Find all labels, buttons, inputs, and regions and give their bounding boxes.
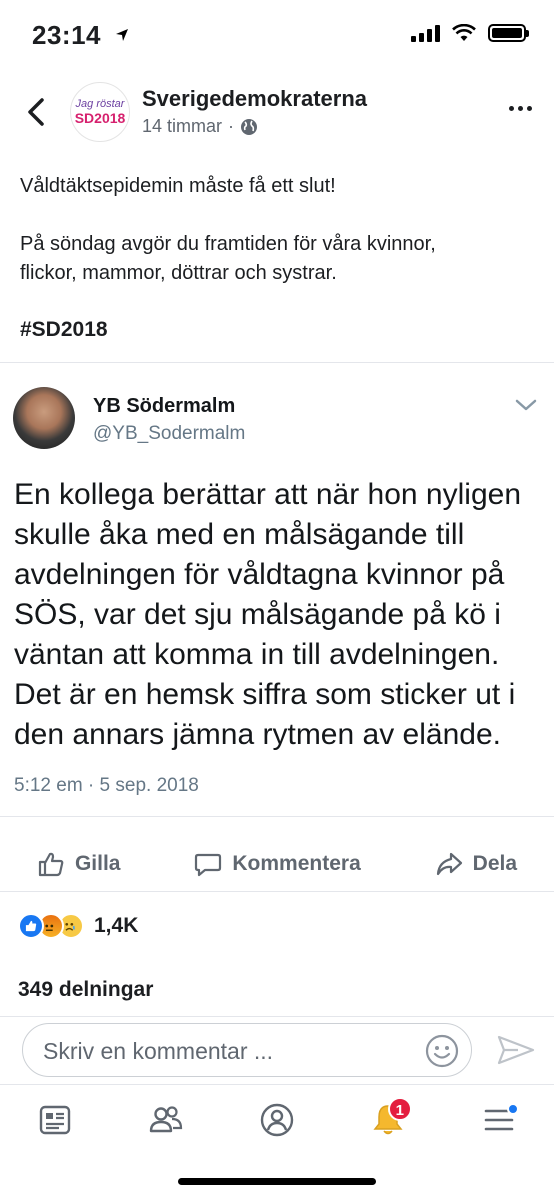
post-actions: Gilla Kommentera Dela: [0, 836, 554, 892]
send-icon[interactable]: [496, 1033, 536, 1067]
avatar-text-line1: Jag röstar: [75, 98, 125, 110]
reactions-summary[interactable]: 1,4K: [18, 910, 138, 942]
cellular-signal-icon: [411, 24, 440, 42]
like-reaction-icon: [18, 913, 44, 939]
share-arrow-icon: [436, 852, 462, 875]
post-text: Våldtäktsepidemin måste få ett slut! På …: [20, 172, 540, 317]
nav-news-feed[interactable]: [25, 1095, 85, 1145]
meta-separator: ·: [228, 116, 235, 136]
avatar-text-line2: SD2018: [74, 110, 126, 126]
post-time[interactable]: 14 timmar: [142, 116, 222, 137]
comment-bubble-icon: [195, 853, 222, 876]
like-label: Gilla: [74, 851, 121, 875]
like-button[interactable]: Gilla: [37, 850, 121, 878]
comment-placeholder: Skriv en kommentar ...: [43, 1038, 274, 1064]
emoji-icon[interactable]: [425, 1034, 459, 1068]
tweet-body: En kollega berättar att när hon nyligen …: [14, 478, 521, 751]
menu-indicator-dot: [506, 1102, 519, 1115]
reaction-count: 1,4K: [94, 914, 139, 937]
hashtag-link[interactable]: #SD2018: [20, 318, 108, 342]
tweet-author-name[interactable]: YB Södermalm: [93, 395, 235, 418]
comment-bar: Skriv en kommentar ...: [0, 1016, 554, 1084]
notification-badge: 1: [387, 1096, 412, 1121]
comment-label: Kommentera: [232, 851, 361, 875]
bottom-nav: 1: [0, 1084, 554, 1154]
nav-menu[interactable]: [469, 1095, 529, 1145]
nav-profile[interactable]: [247, 1095, 307, 1145]
tweet-author-handle[interactable]: @YB_Sodermalm: [93, 423, 245, 445]
profile-icon: [260, 1103, 294, 1136]
status-bar: 23:14: [0, 0, 554, 70]
back-arrow-icon[interactable]: [22, 94, 52, 130]
post-paragraph-1: Våldtäktsepidemin måste få ett slut!: [20, 175, 336, 197]
nav-notifications[interactable]: 1: [358, 1095, 418, 1145]
wifi-icon: [452, 24, 476, 41]
post-header: Jag röstar SD2018 Sverigedemokraterna 14…: [0, 80, 554, 150]
status-icons: [411, 24, 529, 42]
thumbs-up-icon: [38, 852, 64, 876]
clock-time: 23:14: [32, 20, 101, 50]
status-time: 23:14: [32, 20, 129, 51]
more-options-icon[interactable]: [509, 106, 532, 111]
comment-input[interactable]: Skriv en kommentar ...: [22, 1023, 472, 1077]
news-feed-icon: [40, 1105, 71, 1134]
battery-icon: [488, 24, 529, 42]
comment-button[interactable]: Kommentera: [194, 850, 361, 878]
home-indicator: [178, 1178, 376, 1185]
post-paragraph-2: På söndag avgör du framtiden för våra kv…: [20, 233, 436, 284]
nav-friends[interactable]: [136, 1095, 196, 1145]
share-label: Dela: [472, 851, 518, 875]
friends-icon: [149, 1105, 183, 1132]
page-name[interactable]: Sverigedemokraterna: [142, 86, 367, 112]
share-button[interactable]: Dela: [435, 850, 517, 878]
page-avatar[interactable]: Jag röstar SD2018: [70, 82, 130, 142]
embedded-tweet[interactable]: YB Södermalm @YB_Sodermalm En kollega be…: [0, 362, 554, 817]
tweet-avatar[interactable]: [13, 387, 75, 449]
chevron-down-icon[interactable]: [514, 397, 538, 413]
globe-icon: [241, 118, 258, 135]
shares-count[interactable]: 349 delningar: [18, 978, 153, 1002]
tweet-date: 5:12 em · 5 sep. 2018: [14, 775, 199, 796]
post-meta: 14 timmar ·: [142, 116, 258, 137]
location-arrow-icon: [115, 29, 128, 41]
